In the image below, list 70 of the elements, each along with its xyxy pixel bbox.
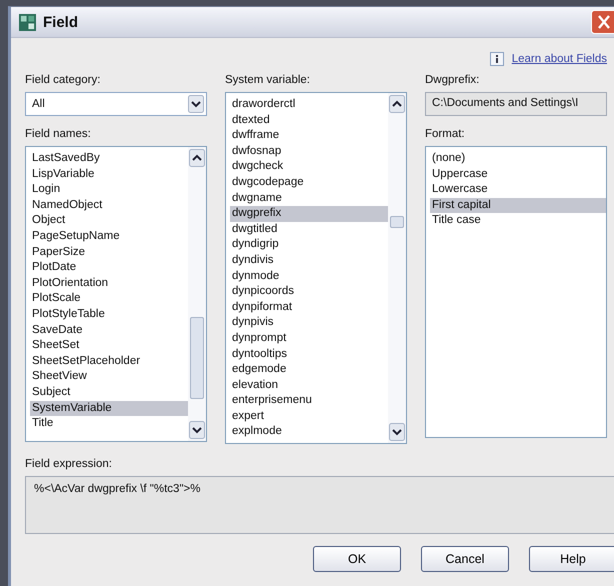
- preview-field: C:\Documents and Settings\I: [425, 92, 607, 116]
- list-item[interactable]: explmode: [230, 424, 388, 440]
- list-item[interactable]: dwgcodepage: [230, 174, 388, 191]
- list-item[interactable]: dyndivis: [230, 252, 388, 269]
- list-item[interactable]: dwgprefix: [230, 206, 388, 222]
- list-item[interactable]: expert: [230, 408, 388, 424]
- list-item[interactable]: PaperSize: [30, 244, 188, 260]
- list-item[interactable]: Login: [30, 182, 188, 198]
- app-icon: [19, 14, 36, 30]
- list-item[interactable]: dynpivis: [230, 315, 388, 331]
- list-item[interactable]: SheetSetPlaceholder: [30, 354, 188, 370]
- list-item[interactable]: dwfosnap: [230, 144, 388, 160]
- expression-field: %<\AcVar dwgprefix \f "%tc3">%: [25, 476, 614, 534]
- ok-button[interactable]: OK: [313, 546, 401, 572]
- field-label: System variable:: [225, 74, 312, 88]
- close-icon[interactable]: [591, 10, 614, 34]
- list-item[interactable]: Title case: [430, 213, 606, 229]
- list-item[interactable]: Object: [30, 213, 188, 229]
- list-item[interactable]: PageSetupName: [30, 228, 188, 245]
- field-label: Field category:: [25, 74, 102, 88]
- scroll-down-icon[interactable]: [389, 423, 405, 441]
- list-item[interactable]: PlotScale: [30, 291, 188, 307]
- list-item[interactable]: SystemVariable: [30, 400, 188, 416]
- list-item[interactable]: dynmode: [230, 268, 388, 284]
- scroll-thumb[interactable]: [190, 317, 204, 399]
- list-item[interactable]: Subject: [30, 384, 188, 400]
- list-item[interactable]: SheetSet: [30, 338, 188, 354]
- scroll-up-icon[interactable]: [189, 149, 205, 167]
- list-item[interactable]: PlotOrientation: [30, 276, 188, 292]
- window-title: Field: [43, 14, 80, 30]
- list-item[interactable]: NamedObject: [30, 198, 188, 214]
- scroll-up-icon[interactable]: [389, 95, 405, 113]
- list-item[interactable]: Lowercase: [430, 182, 606, 198]
- field-label: Dwgprefix:: [425, 74, 480, 88]
- list-item[interactable]: enterprisemenu: [230, 393, 388, 409]
- scroll-thumb[interactable]: [390, 216, 404, 228]
- list-item[interactable]: dyndigrip: [230, 237, 388, 253]
- list-item[interactable]: draworderctl: [230, 97, 388, 113]
- list-item[interactable]: dwgtitled: [230, 222, 388, 238]
- list-item[interactable]: SheetView: [30, 369, 188, 385]
- list-item[interactable]: edgemode: [230, 362, 388, 378]
- list-item[interactable]: First capital: [430, 198, 606, 214]
- list-item[interactable]: dyntooltips: [230, 346, 388, 362]
- scroll-down-icon[interactable]: [189, 421, 205, 439]
- category-dropdown[interactable]: All: [25, 92, 207, 116]
- list-item[interactable]: Uppercase: [430, 166, 606, 182]
- help-button[interactable]: Help: [529, 546, 614, 572]
- list-item[interactable]: LispVariable: [30, 166, 188, 182]
- list-item[interactable]: (none): [430, 151, 606, 167]
- list-item[interactable]: dwgcheck: [230, 159, 388, 175]
- list-item[interactable]: dwfframe: [230, 128, 388, 144]
- list-item[interactable]: dynpiformat: [230, 300, 388, 316]
- list-item[interactable]: PlotStyleTable: [30, 306, 188, 323]
- scrollbar[interactable]: [388, 93, 406, 443]
- list-item[interactable]: Title: [30, 416, 188, 432]
- list-item[interactable]: dynpicoords: [230, 284, 388, 300]
- list-item[interactable]: LastSavedBy: [30, 151, 188, 167]
- field-label: Field names:: [25, 128, 92, 142]
- scrollbar[interactable]: [188, 147, 206, 441]
- help-link[interactable]: Learn about Fields: [512, 53, 607, 65]
- list-item[interactable]: dwgname: [230, 190, 388, 206]
- list-item[interactable]: dtexted: [230, 112, 388, 128]
- list-item[interactable]: PlotDate: [30, 260, 188, 276]
- field-label: Format:: [425, 128, 466, 142]
- cancel-button[interactable]: Cancel: [421, 546, 509, 572]
- list-item[interactable]: elevation: [230, 378, 388, 394]
- field-label: Field expression:: [25, 458, 113, 472]
- list-item[interactable]: SaveDate: [30, 322, 188, 338]
- info-icon: [490, 52, 504, 66]
- list-item[interactable]: dynprompt: [230, 330, 388, 346]
